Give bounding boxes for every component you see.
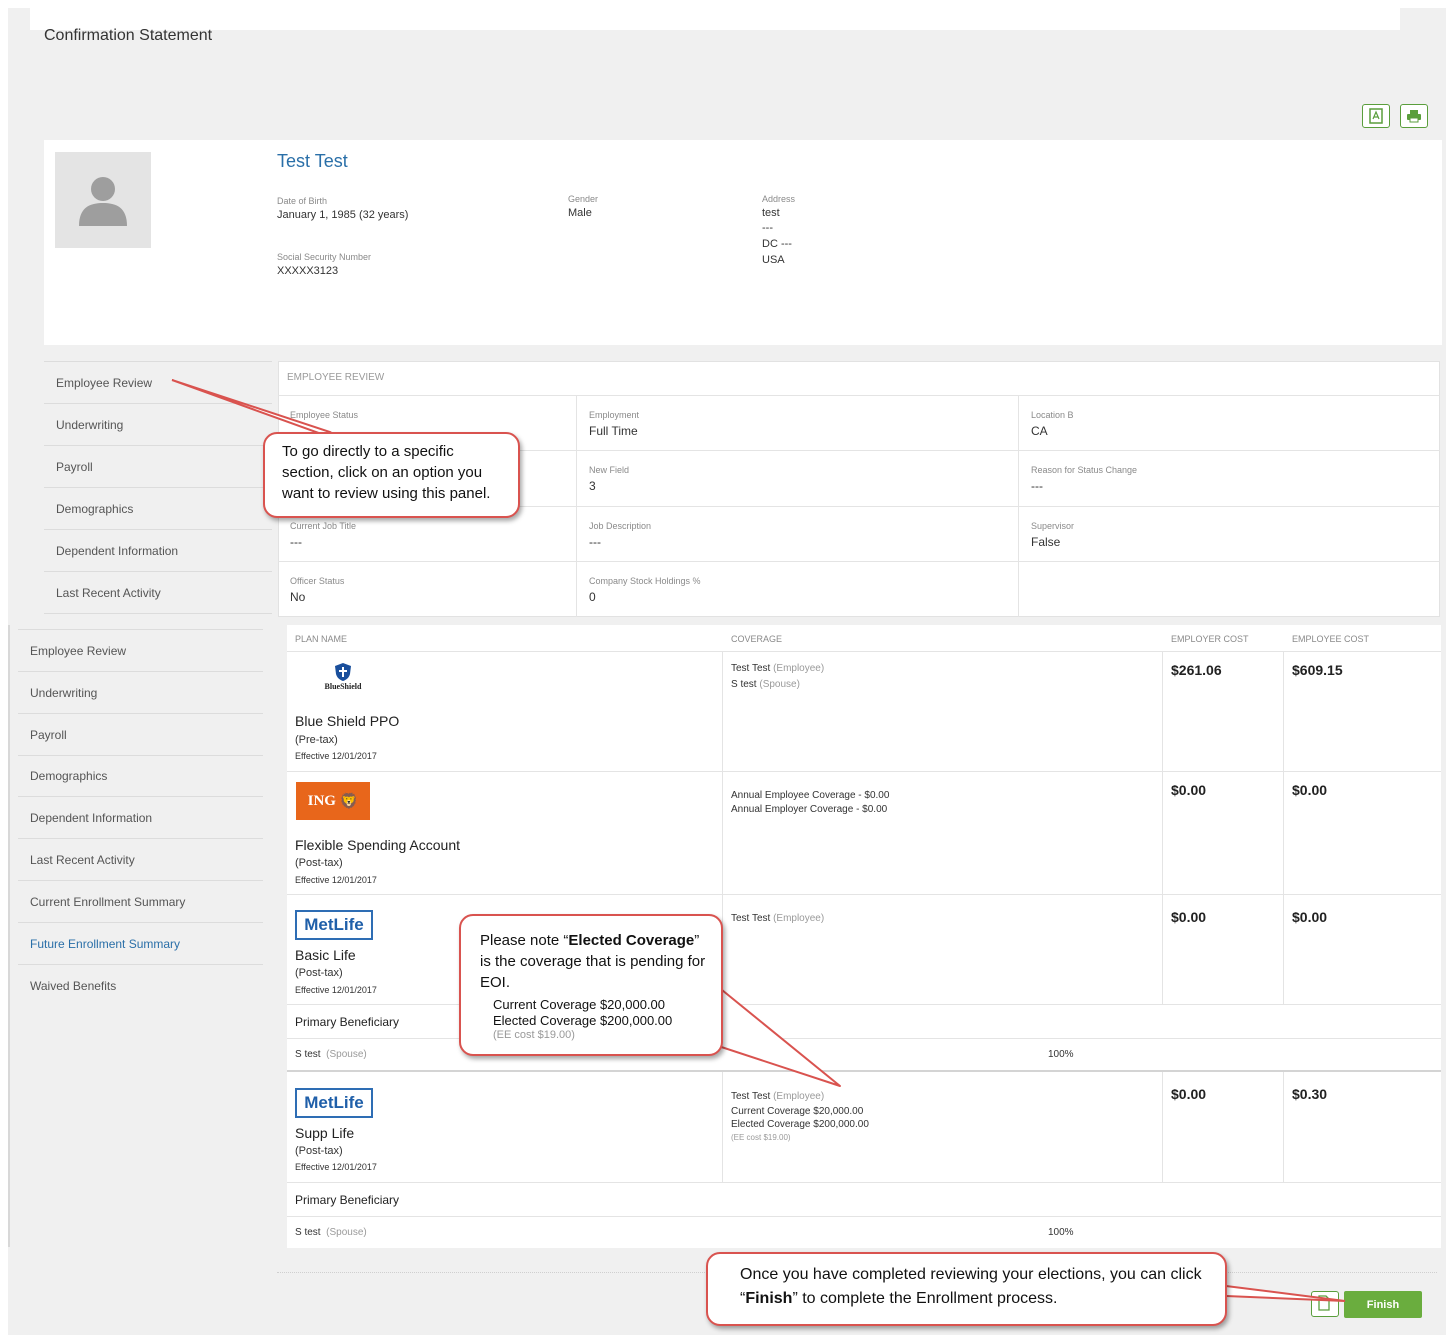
- finish-tip-callout: Once you have completed reviewing your e…: [706, 1252, 1227, 1326]
- callout-ee-cost: (EE cost $19.00): [493, 1029, 575, 1041]
- callout-pointers: [171, 379, 1346, 1302]
- callout-elected-coverage: Elected Coverage $200,000.00: [493, 1013, 673, 1028]
- elected-coverage-tip-callout: Please note “Elected Coverage” is the co…: [459, 914, 723, 1056]
- nav-panel-tip-callout: To go directly to a specific section, cl…: [263, 432, 520, 518]
- callout-current-coverage: Current Coverage $20,000.00: [493, 997, 666, 1012]
